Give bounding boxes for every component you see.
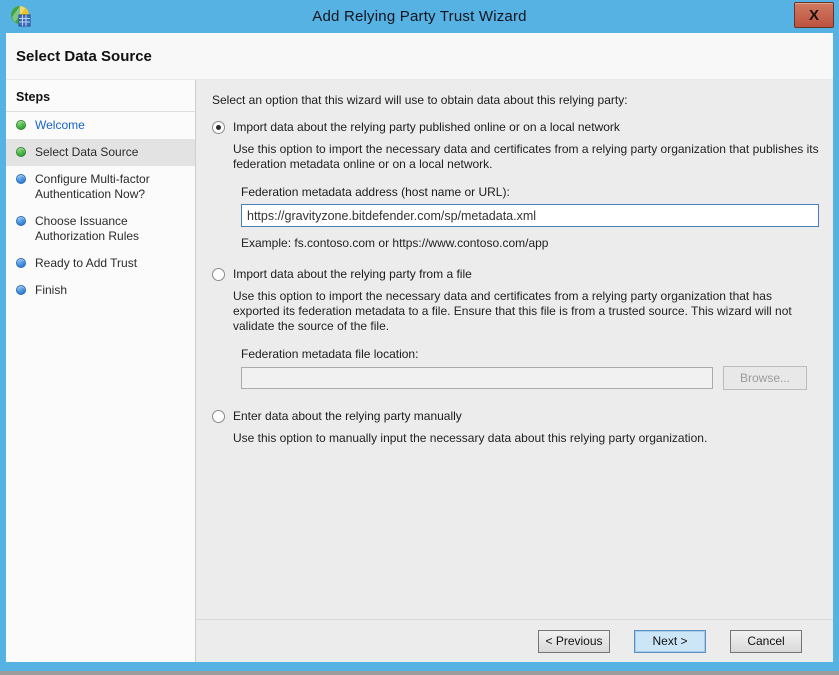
step-done-icon (16, 147, 26, 157)
title-bar: Add Relying Party Trust Wizard X (0, 0, 839, 33)
step-label: Ready to Add Trust (35, 256, 138, 270)
step-item-select-data-source[interactable]: Select Data Source (6, 139, 195, 166)
main-panel: Select an option that this wizard will u… (196, 80, 833, 662)
option-import-online[interactable]: Import data about the relying party publ… (212, 120, 819, 134)
step-label: Finish (35, 283, 68, 297)
step-item-configure-mfa: Configure Multi-factor Authentication No… (6, 166, 195, 208)
next-button[interactable]: Next > (634, 629, 706, 653)
metadata-file-label: Federation metadata file location: (241, 347, 419, 361)
close-icon: X (808, 6, 819, 24)
wizard-window: Add Relying Party Trust Wizard X Select … (0, 0, 839, 675)
steps-sidebar: Steps Welcome Select Data Source Configu… (6, 80, 196, 662)
intro-text: Select an option that this wizard will u… (212, 93, 628, 107)
step-label: Welcome (35, 118, 85, 132)
window-shadow (0, 671, 839, 675)
metadata-file-input (241, 367, 713, 389)
radio-import-file[interactable] (212, 267, 225, 281)
radio-import-online[interactable] (212, 120, 225, 134)
step-label: Configure Multi-factor Authentication No… (35, 172, 150, 201)
option-label[interactable]: Enter data about the relying party manua… (233, 409, 462, 423)
step-label: Select Data Source (35, 145, 139, 159)
step-pending-icon (16, 174, 26, 184)
option-enter-manually[interactable]: Enter data about the relying party manua… (212, 409, 819, 423)
step-pending-icon (16, 285, 26, 295)
cancel-button[interactable]: Cancel (730, 629, 802, 653)
step-item-finish: Finish (6, 277, 195, 304)
metadata-address-input[interactable] (241, 204, 819, 227)
adfs-app-icon (11, 6, 31, 27)
page-header: Select Data Source (6, 33, 833, 80)
steps-heading: Steps (6, 86, 195, 112)
option-label[interactable]: Import data about the relying party publ… (233, 120, 620, 134)
file-location-row: Browse... (241, 366, 819, 390)
option-label[interactable]: Import data about the relying party from… (233, 267, 472, 281)
previous-button[interactable]: < Previous (538, 629, 610, 653)
step-item-welcome[interactable]: Welcome (6, 112, 195, 139)
option-description: Use this option to import the necessary … (233, 142, 819, 171)
option-import-file[interactable]: Import data about the relying party from… (212, 267, 819, 281)
metadata-address-label: Federation metadata address (host name o… (241, 185, 510, 199)
step-item-ready-to-add-trust: Ready to Add Trust (6, 250, 195, 277)
option-description: Use this option to manually input the ne… (233, 431, 708, 445)
step-label: Choose Issuance Authorization Rules (35, 214, 140, 243)
step-item-choose-issuance-rules: Choose Issuance Authorization Rules (6, 208, 195, 250)
wizard-footer: < Previous Next > Cancel (196, 619, 833, 662)
window-border-bottom (0, 662, 839, 671)
radio-enter-manually[interactable] (212, 409, 225, 423)
page-title: Select Data Source (16, 47, 152, 65)
step-pending-icon (16, 258, 26, 268)
browse-button: Browse... (723, 366, 807, 390)
example-text: Example: fs.contoso.com or https://www.c… (241, 236, 549, 250)
close-button[interactable]: X (794, 2, 834, 28)
wizard-body: Steps Welcome Select Data Source Configu… (6, 80, 833, 662)
step-done-icon (16, 120, 26, 130)
step-pending-icon (16, 216, 26, 226)
option-description: Use this option to import the necessary … (233, 289, 792, 333)
window-title: Add Relying Party Trust Wizard (312, 8, 527, 25)
